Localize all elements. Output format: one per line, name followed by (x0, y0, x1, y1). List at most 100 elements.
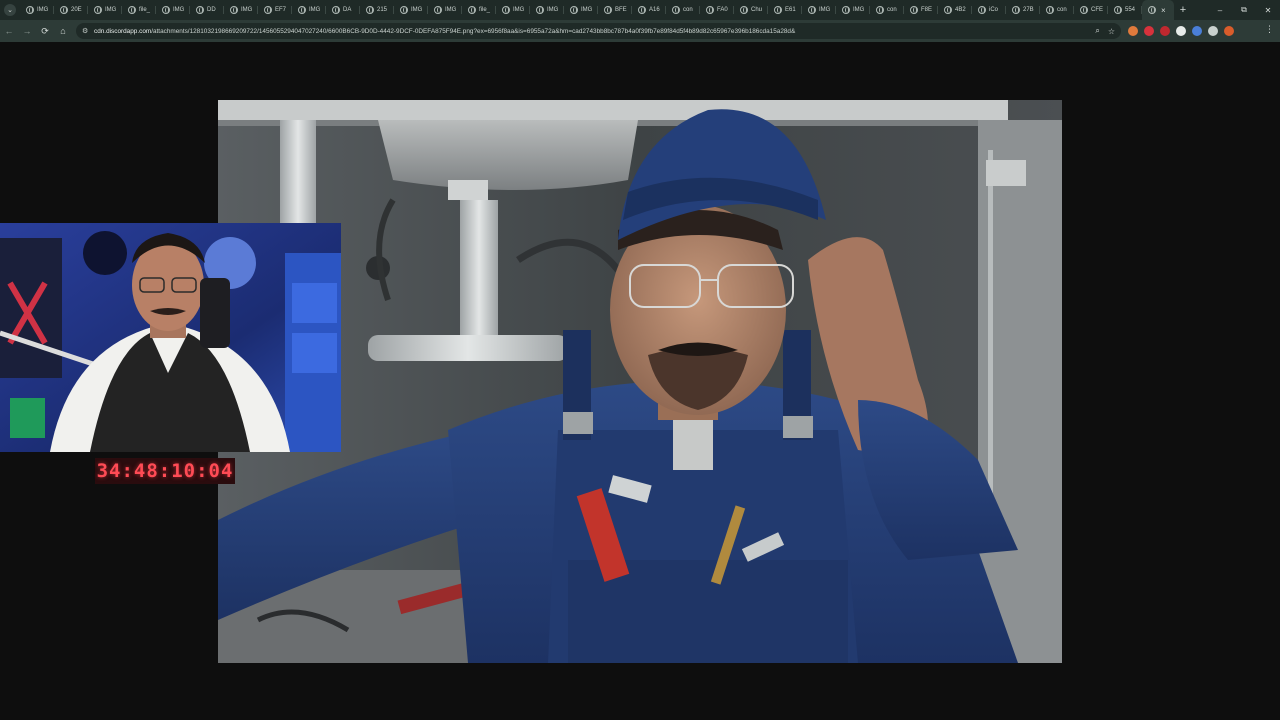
globe-icon (332, 6, 340, 14)
home-button[interactable]: ⌂ (54, 20, 72, 42)
tab[interactable]: IMG (292, 0, 326, 20)
restore-button[interactable]: ⧉ (1232, 0, 1256, 20)
tab[interactable]: IMG (530, 0, 564, 20)
tab[interactable]: con (870, 0, 904, 20)
globe-icon (774, 6, 782, 14)
tab[interactable]: 27B (1006, 0, 1040, 20)
close-window-button[interactable]: ✕ (1256, 0, 1280, 20)
tab[interactable]: IMG (802, 0, 836, 20)
tab[interactable]: BFE (598, 0, 632, 20)
tab-label: IMG (37, 7, 49, 13)
tab-label: file_ (139, 7, 151, 13)
site-info-icon[interactable]: ⚙ (82, 27, 94, 35)
tab[interactable]: IMG (156, 0, 190, 20)
back-button[interactable]: ← (0, 20, 18, 42)
tab[interactable]: 554 (1108, 0, 1142, 20)
tab[interactable]: FA0 (700, 0, 734, 20)
tab[interactable]: F8E (904, 0, 938, 20)
globe-icon (740, 6, 748, 14)
globe-icon (910, 6, 918, 14)
browser-menu-button[interactable]: ⋮ (1265, 24, 1274, 35)
tab[interactable]: 4B2 (938, 0, 972, 20)
tab[interactable]: con (1040, 0, 1074, 20)
tab-label: file_ (479, 7, 491, 13)
extension-icon[interactable] (1144, 26, 1154, 36)
globe-icon (944, 6, 952, 14)
tab[interactable]: IMG (394, 0, 428, 20)
close-tab-icon[interactable]: × (1161, 6, 1166, 15)
globe-icon (502, 6, 510, 14)
extensions-area (1128, 23, 1234, 39)
tab[interactable]: 215 (360, 0, 394, 20)
image-viewer: 34:48:10:04 (0, 42, 1280, 720)
tab-label: 27B (1023, 7, 1034, 13)
extension-icon[interactable] (1192, 26, 1202, 36)
zoom-icon[interactable]: ⌕ (1095, 26, 1099, 36)
tab-label: IMG (445, 7, 457, 13)
globe-icon (94, 6, 102, 14)
tab[interactable]: EF7 (258, 0, 292, 20)
globe-icon (706, 6, 714, 14)
tab[interactable]: file_ (462, 0, 496, 20)
globe-icon (196, 6, 204, 14)
browser-toolbar: ← → ⟳ ⌂ ⚙ cdn.discordapp.com/attachments… (0, 20, 1280, 42)
tab[interactable]: IMG (88, 0, 122, 20)
tab[interactable]: file_ (122, 0, 156, 20)
extension-icon[interactable] (1208, 26, 1218, 36)
forward-button[interactable]: → (18, 20, 36, 42)
new-tab-button[interactable]: + (1174, 4, 1192, 16)
url-host: cdn.discordapp.com (94, 27, 152, 35)
tab[interactable]: A16 (632, 0, 666, 20)
globe-icon (162, 6, 170, 14)
tab[interactable]: DD (190, 0, 224, 20)
tab-label: IMG (105, 7, 117, 13)
globe-icon (264, 6, 272, 14)
globe-icon (60, 6, 68, 14)
minimize-button[interactable]: – (1208, 0, 1232, 20)
globe-icon (876, 6, 884, 14)
tab[interactable]: E61 (768, 0, 802, 20)
tab[interactable]: con (666, 0, 700, 20)
tab-label: 215 (377, 7, 388, 13)
url-text[interactable]: cdn.discordapp.com/attachments/128103219… (94, 28, 1084, 35)
tab-label: EF7 (275, 7, 287, 13)
globe-icon (1148, 6, 1156, 14)
reload-button[interactable]: ⟳ (36, 20, 54, 42)
chevron-down-icon: ⌄ (4, 4, 16, 16)
extension-icon[interactable] (1160, 26, 1170, 36)
tab[interactable]: IMG (224, 0, 258, 20)
tab[interactable]: IMG (496, 0, 530, 20)
tab[interactable]: CFE (1074, 0, 1108, 20)
globe-icon (434, 6, 442, 14)
tab-label: BFE (615, 7, 627, 13)
globe-icon (604, 6, 612, 14)
tab[interactable]: IMG (564, 0, 598, 20)
tab[interactable]: DA (326, 0, 360, 20)
tab[interactable]: iCo (972, 0, 1006, 20)
tab[interactable]: 20E (54, 0, 88, 20)
tab-label: IMG (309, 7, 321, 13)
bookmark-star-icon[interactable]: ☆ (1108, 27, 1115, 36)
tab[interactable]: IMG (428, 0, 462, 20)
extension-icon[interactable] (1128, 26, 1138, 36)
tab-label: IMG (581, 7, 593, 13)
globe-icon (1012, 6, 1020, 14)
countdown-timer: 34:48:10:04 (95, 458, 235, 484)
main-image (218, 100, 1062, 663)
tab[interactable]: IMG (836, 0, 870, 20)
tab-list: IMG 20E IMG file_ IMG DD IMG EF7 IMG DA 215 IMG IMG f… (20, 0, 1142, 20)
tab[interactable]: Chu (734, 0, 768, 20)
tab[interactable]: IMG (20, 0, 54, 20)
tab-label: IMG (819, 7, 831, 13)
tab-search-button[interactable]: ⌄ (0, 0, 20, 20)
extension-icon[interactable] (1224, 26, 1234, 36)
tab-label: DA (343, 7, 352, 13)
globe-icon (400, 6, 408, 14)
tab-label: 20E (71, 7, 82, 13)
tab-label: IMG (547, 7, 559, 13)
tab-label: Chu (751, 7, 763, 13)
tab-active[interactable]: × (1142, 0, 1174, 20)
extension-icon[interactable] (1176, 26, 1186, 36)
globe-icon (298, 6, 306, 14)
address-bar[interactable]: ⚙ cdn.discordapp.com/attachments/1281032… (76, 23, 1121, 39)
